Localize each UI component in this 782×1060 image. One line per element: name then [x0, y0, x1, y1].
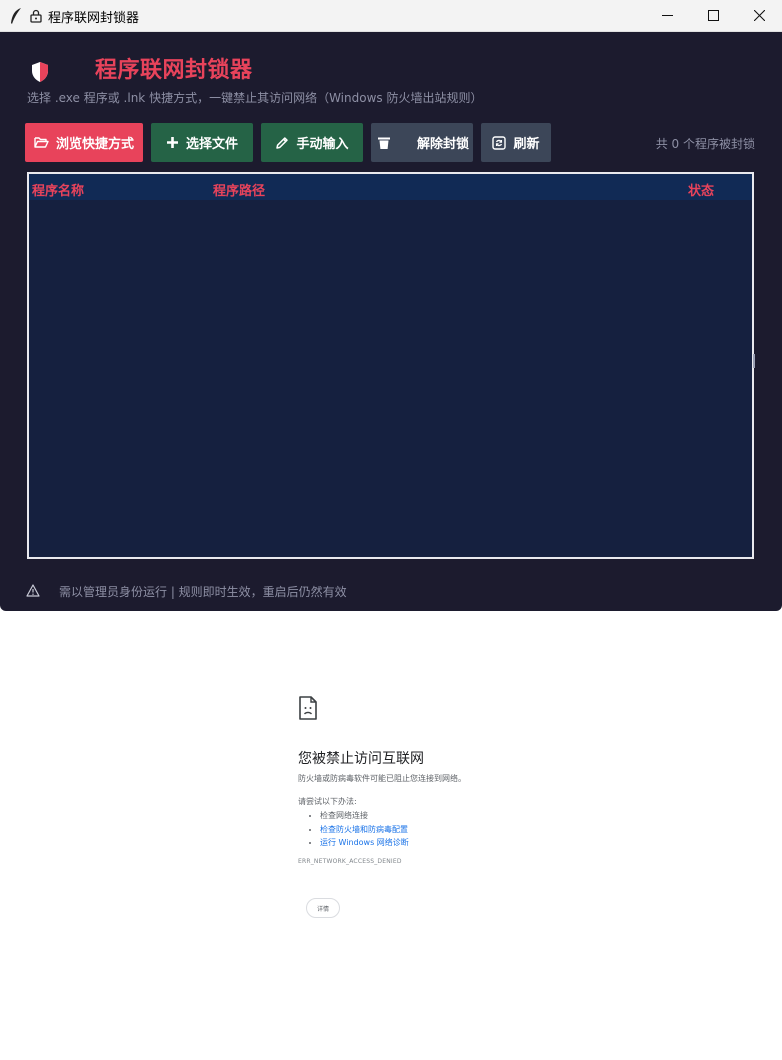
- browse-shortcut-label: 浏览快捷方式: [55, 137, 134, 152]
- suggestion-text: 检查网络连接: [320, 811, 368, 820]
- suggestion-list: 检查网络连接 检查防火墙和防病毒配置 运行 Windows 网络诊断: [308, 809, 409, 850]
- refresh-button[interactable]: 刷新: [481, 123, 551, 162]
- warning-icon: [26, 584, 40, 597]
- window-title: 程序联网封锁器: [48, 11, 140, 26]
- blocked-programs-table[interactable]: 程序名称 程序路径 状态: [27, 172, 755, 559]
- pencil-icon: [276, 136, 289, 149]
- refresh-icon: [492, 135, 507, 150]
- footer-note: 需以管理员身份运行 | 规则即时生效，重启后仍然有效: [59, 585, 347, 599]
- app-title: 程序联网封锁器: [95, 58, 253, 83]
- suggestion-link[interactable]: 运行 Windows 网络诊断: [320, 838, 409, 847]
- error-code: ERR_NETWORK_ACCESS_DENIED: [298, 858, 402, 865]
- shield-icon: [32, 62, 48, 82]
- plus-icon: [166, 137, 178, 148]
- close-icon: [753, 10, 765, 21]
- sad-document-icon: [299, 696, 317, 720]
- unblock-button[interactable]: 解除封锁: [371, 123, 473, 162]
- app-subtitle: 选择 .exe 程序或 .lnk 快捷方式，一键禁止其访问网络（Windows …: [27, 91, 483, 105]
- minimize-icon: [661, 15, 673, 16]
- table-header: 程序名称 程序路径 状态: [29, 174, 752, 200]
- suggestion-link[interactable]: 检查防火墙和防病毒配置: [320, 825, 408, 834]
- title-bar: 程序联网封锁器: [0, 0, 782, 32]
- blocked-count: 共 0 个程序被封锁: [655, 137, 755, 151]
- refresh-label: 刷新: [513, 137, 540, 152]
- folder-open-icon: [34, 137, 49, 148]
- blocked-page-title: 您被禁止访问互联网: [298, 751, 424, 767]
- trash-icon: [378, 137, 390, 149]
- minimize-button[interactable]: [644, 0, 690, 31]
- feather-icon: [11, 8, 21, 24]
- select-file-label: 选择文件: [185, 137, 238, 152]
- resize-handle[interactable]: [753, 354, 755, 368]
- blocked-page-try-label: 请尝试以下办法:: [298, 797, 357, 806]
- column-header-path[interactable]: 程序路径: [213, 180, 265, 199]
- suggestion-item: 检查网络连接: [320, 809, 409, 823]
- column-header-name[interactable]: 程序名称: [32, 180, 84, 199]
- suggestion-item[interactable]: 运行 Windows 网络诊断: [320, 836, 409, 850]
- details-button[interactable]: 详情: [306, 898, 340, 918]
- browse-shortcut-button[interactable]: 浏览快捷方式: [25, 123, 143, 162]
- unblock-label: 解除封锁: [417, 137, 470, 152]
- column-header-status[interactable]: 状态: [688, 180, 714, 199]
- app-window: 程序联网封锁器 程序联网封锁器 选择 .exe 程序或 .lnk 快捷方式，一键…: [0, 0, 782, 611]
- blocked-page-description: 防火墙或防病毒软件可能已阻止您连接到网络。: [298, 774, 466, 783]
- select-file-button[interactable]: 选择文件: [151, 123, 253, 162]
- manual-input-button[interactable]: 手动输入: [261, 123, 363, 162]
- close-button[interactable]: [736, 0, 782, 31]
- suggestion-item[interactable]: 检查防火墙和防病毒配置: [320, 823, 409, 837]
- maximize-button[interactable]: [690, 0, 736, 31]
- manual-input-label: 手动输入: [296, 137, 349, 152]
- maximize-icon: [707, 10, 719, 21]
- lock-icon: [30, 9, 42, 23]
